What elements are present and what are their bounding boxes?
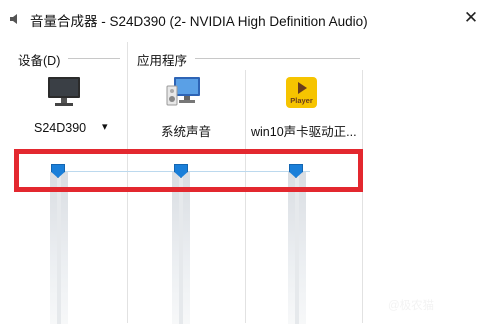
device-volume-track[interactable] (57, 172, 61, 324)
watermark: @极农猫 (388, 300, 435, 312)
close-button[interactable]: ✕ (458, 4, 484, 32)
system-sounds-label[interactable]: 系统声音 (161, 121, 211, 140)
apps-section-rule (195, 58, 360, 59)
column-divider (362, 70, 363, 323)
device-name-label[interactable]: S24D390 (34, 121, 86, 135)
player-icon-text: Player (290, 96, 313, 105)
app-volume-track[interactable] (295, 172, 299, 324)
system-sounds-volume-track[interactable] (179, 172, 183, 324)
monitor-icon[interactable] (47, 76, 81, 113)
window-title: 音量合成器 - S24D390 (2- NVIDIA High Definiti… (30, 14, 368, 29)
player-app-icon[interactable]: Player (286, 77, 317, 108)
device-section-label: 设备(D) (18, 54, 61, 68)
column-divider (245, 70, 246, 323)
title-bar[interactable]: 音量合成器 - S24D390 (2- NVIDIA High Definiti… (0, 0, 485, 38)
app-name-label[interactable]: win10声卡驱动正... (251, 121, 357, 140)
device-section-rule (68, 58, 120, 59)
system-sounds-icon[interactable] (166, 76, 204, 113)
highlight-annotation-box (14, 149, 363, 192)
applications-section-label: 应用程序 (137, 54, 188, 68)
device-dropdown-arrow[interactable]: ▾ (102, 120, 108, 133)
speaker-icon (8, 11, 24, 27)
